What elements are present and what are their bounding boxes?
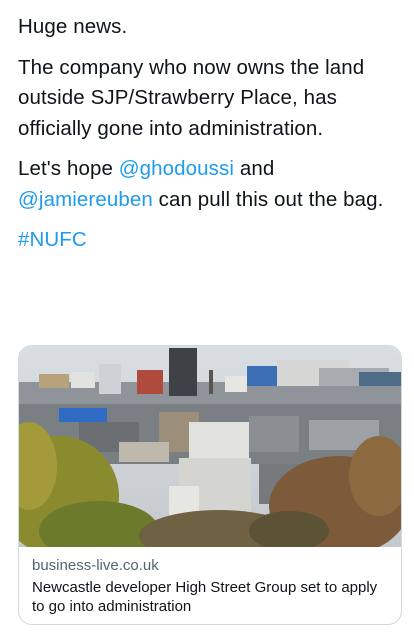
link-card-meta: business-live.co.uk Newcastle developer … <box>32 556 391 616</box>
tweet-text-line-1: Huge news. <box>18 15 128 38</box>
tweet-text-segment: can pull this out the bag. <box>152 187 384 211</box>
link-card-title: Newcastle developer High Street Group se… <box>32 579 378 615</box>
hashtag-nufc[interactable]: #NUFC <box>18 228 87 251</box>
city-skyline-image <box>19 346 401 547</box>
mention-jamiereuben[interactable]: @jamiereuben <box>18 188 153 211</box>
mention-ghodoussi[interactable]: @ghodoussi <box>119 157 234 180</box>
tweet-hashtag-paragraph: #NUFC <box>18 225 402 256</box>
tweet-text-segment: and <box>234 157 275 180</box>
link-preview-card[interactable]: business-live.co.uk Newcastle developer … <box>18 345 402 625</box>
tweet-text-paragraph-3: Let's hope @ghodoussi and @jamiereuben ca… <box>18 154 402 215</box>
link-card-domain: business-live.co.uk <box>32 557 159 574</box>
tweet-body: Huge news. The company who now owns the … <box>18 12 402 256</box>
tweet-text-paragraph-2: The company who now owns the land outsid… <box>18 55 365 140</box>
tweet-text-segment: Let's hope <box>18 157 119 180</box>
